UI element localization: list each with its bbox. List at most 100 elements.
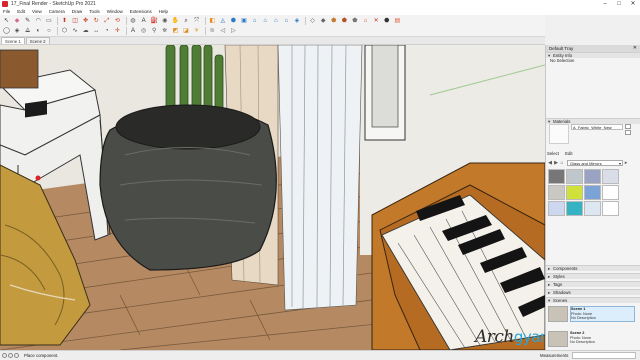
axes-icon[interactable]: ✛ xyxy=(113,27,122,36)
front-view-icon[interactable]: ⌂ xyxy=(250,17,259,26)
close-icon[interactable]: ✕ xyxy=(626,0,640,8)
help-icon[interactable] xyxy=(14,353,19,358)
scene-1-thumbnail[interactable] xyxy=(548,306,568,322)
circle-icon[interactable]: ○ xyxy=(44,27,53,36)
rotate-icon[interactable]: ↻ xyxy=(92,17,101,26)
arc-icon[interactable]: ◠ xyxy=(34,17,43,26)
freehand-icon[interactable]: ∿ xyxy=(71,27,80,36)
zoom-icon[interactable]: ⌕ xyxy=(182,17,191,26)
layout-icon[interactable]: ▤ xyxy=(393,17,402,26)
credits-icon[interactable] xyxy=(8,353,13,358)
tape-measure-icon[interactable]: ◍ xyxy=(129,17,138,26)
material-swatch[interactable] xyxy=(584,185,601,200)
menu-window[interactable]: Window xyxy=(107,9,123,14)
dimension-icon[interactable]: ↔ xyxy=(92,27,101,36)
geo-location-icon[interactable] xyxy=(2,353,7,358)
shadows-icon[interactable]: ☀ xyxy=(192,27,201,36)
cloud-icon[interactable]: ☁ xyxy=(81,27,90,36)
next-view-icon[interactable]: ▷ xyxy=(229,27,238,36)
walk-icon[interactable]: ⚲ xyxy=(150,27,159,36)
menu-extensions[interactable]: Extensions xyxy=(130,9,152,14)
panel-scenes[interactable]: ▾ Scenes xyxy=(546,297,640,303)
intersect-icon[interactable]: ⟁ xyxy=(23,27,32,36)
menu-tools[interactable]: Tools xyxy=(89,9,100,14)
menu-help[interactable]: Help xyxy=(159,9,168,14)
menu-edit[interactable]: Edit xyxy=(17,9,25,14)
xray-icon[interactable]: ◈ xyxy=(292,17,301,26)
material-swatch[interactable] xyxy=(602,169,619,184)
section-fill-icon[interactable]: ◪ xyxy=(182,27,191,36)
previous-view-icon[interactable]: ◁ xyxy=(218,27,227,36)
material-swatch[interactable] xyxy=(566,185,583,200)
pin-icon[interactable]: ✕ xyxy=(633,45,637,52)
create-material-icon[interactable] xyxy=(625,130,631,135)
measurements-input[interactable] xyxy=(572,352,636,359)
left-view-icon[interactable]: ⌂ xyxy=(282,17,291,26)
menu-view[interactable]: View xyxy=(32,9,42,14)
material-swatch[interactable] xyxy=(602,185,619,200)
top-view-icon[interactable]: ▣ xyxy=(239,17,248,26)
home-icon[interactable]: ⌂ xyxy=(559,160,565,166)
wireframe-icon[interactable]: ◇ xyxy=(308,17,317,26)
position-camera-icon[interactable]: ⛯ xyxy=(160,27,169,36)
panel-components[interactable]: ▸ Components xyxy=(546,265,640,271)
select-arrow-icon[interactable]: ↖ xyxy=(2,17,11,26)
menu-camera[interactable]: Camera xyxy=(49,9,65,14)
material-swatch[interactable] xyxy=(584,169,601,184)
panel-tags[interactable]: ▸ Tags xyxy=(546,281,640,287)
details-arrow-icon[interactable]: ▸ xyxy=(623,160,629,166)
text-icon[interactable]: A xyxy=(139,17,148,26)
scale-icon[interactable]: ⤢ xyxy=(102,17,111,26)
tab-scene-1[interactable]: Scene 1 xyxy=(1,37,25,44)
material-name-field[interactable]: A_Fabric_White_New xyxy=(571,124,623,130)
move-icon[interactable]: ✥ xyxy=(81,17,90,26)
scene-2-row[interactable]: Scene 2 Photo: None No Description xyxy=(570,331,595,345)
tab-scene-2[interactable]: Scene 2 xyxy=(25,37,50,44)
display-secondary-pane-icon[interactable] xyxy=(625,124,631,129)
material-swatch[interactable] xyxy=(566,201,583,216)
material-swatch[interactable] xyxy=(566,169,583,184)
hidden-line-icon[interactable]: ◆ xyxy=(319,17,328,26)
material-swatch[interactable] xyxy=(548,169,565,184)
make-component-icon[interactable]: ◈ xyxy=(13,27,22,36)
minimize-icon[interactable]: – xyxy=(598,0,612,8)
monochrome-icon[interactable]: ⬟ xyxy=(350,17,359,26)
scene-1-row[interactable]: Scene 1 Photo: None No Description xyxy=(570,306,635,322)
polygon-icon[interactable]: ⬡ xyxy=(60,27,69,36)
menu-file[interactable]: File xyxy=(3,9,10,14)
maximize-icon[interactable]: □ xyxy=(612,0,626,8)
section-cut-icon[interactable]: ◩ xyxy=(171,27,180,36)
solid-tools-icon[interactable]: ◐ xyxy=(34,27,43,36)
offset-icon[interactable]: ◫ xyxy=(71,17,80,26)
scene-2-thumbnail[interactable] xyxy=(548,331,568,347)
material-swatch[interactable] xyxy=(548,201,565,216)
zoom-extents-icon[interactable]: ⤧ xyxy=(192,17,201,26)
look-around-icon[interactable]: ◎ xyxy=(139,27,148,36)
textured-icon[interactable]: ⬟ xyxy=(340,17,349,26)
iso-view-icon[interactable]: ⬢ xyxy=(229,17,238,26)
material-swatch[interactable] xyxy=(584,201,601,216)
right-view-icon[interactable]: ⌂ xyxy=(261,17,270,26)
push-pull-icon[interactable]: ⬆ xyxy=(60,17,69,26)
shaded-icon[interactable]: ⬟ xyxy=(329,17,338,26)
fog-icon[interactable]: ≋ xyxy=(208,27,217,36)
outliner-icon[interactable]: ◯ xyxy=(2,27,11,36)
paint-bucket-icon[interactable]: ⛽ xyxy=(150,17,159,26)
sketchup-logo-icon[interactable]: ⬣ xyxy=(382,17,391,26)
library-select[interactable]: Glass and Mirrors ▾ xyxy=(567,159,623,166)
orbit-icon[interactable]: ◉ xyxy=(160,17,169,26)
extension-warehouse-icon[interactable]: ✕ xyxy=(372,17,381,26)
3d-text-icon[interactable]: A xyxy=(129,27,138,36)
section-plane-icon[interactable]: ◧ xyxy=(208,17,217,26)
line-icon[interactable]: ✎ xyxy=(23,17,32,26)
panel-styles[interactable]: ▸ Styles xyxy=(546,273,640,279)
panel-shadows[interactable]: ▸ Shadows xyxy=(546,289,640,295)
material-swatch[interactable] xyxy=(548,185,565,200)
material-swatch[interactable] xyxy=(602,201,619,216)
menu-draw[interactable]: Draw xyxy=(72,9,83,14)
tab-edit[interactable]: Edit xyxy=(565,151,572,156)
warehouse-icon[interactable]: ⌂ xyxy=(361,17,370,26)
follow-me-icon[interactable]: ⟲ xyxy=(113,17,122,26)
protractor-icon[interactable]: ◔ xyxy=(102,27,111,36)
eraser-icon[interactable]: ◆ xyxy=(13,17,22,26)
